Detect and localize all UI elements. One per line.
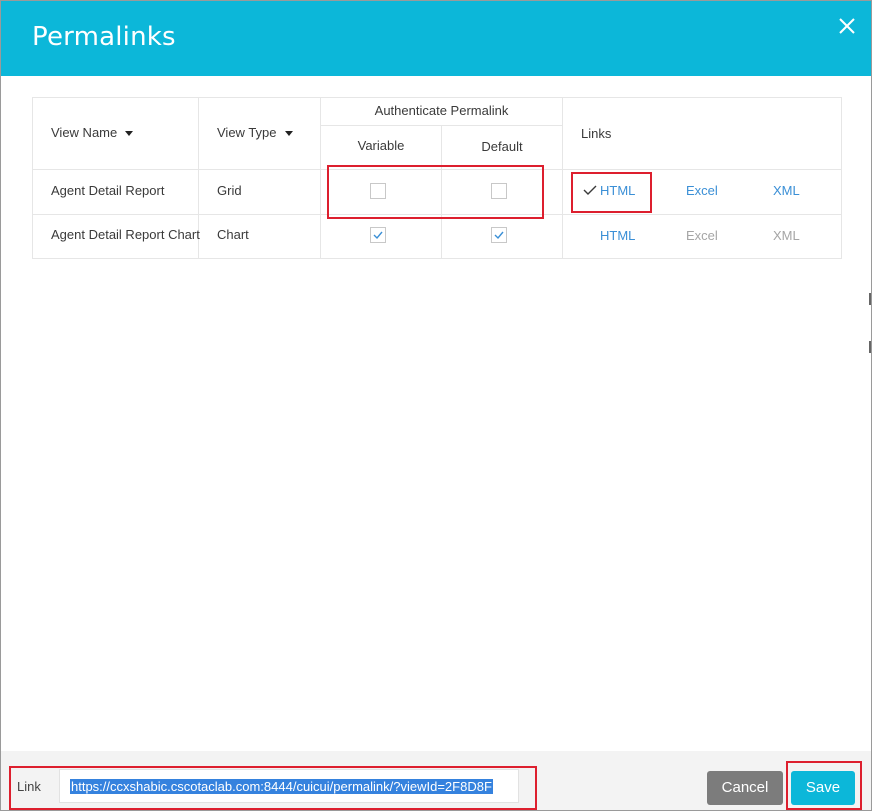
row1-link-excel[interactable]: Excel [686, 183, 718, 198]
dialog-footer: Link https://ccxshabic.cscotaclab.com:84… [1, 751, 871, 810]
link-field[interactable]: https://ccxshabic.cscotaclab.com:8444/cu… [59, 769, 519, 803]
row2-variable-checkbox[interactable] [370, 227, 386, 243]
header-auth-permalink: Authenticate Permalink [374, 103, 509, 118]
row-divider [33, 169, 841, 170]
col-divider [320, 98, 321, 258]
row1-link-html-label: HTML [600, 183, 636, 198]
row1-link-xml[interactable]: XML [773, 183, 800, 198]
permalinks-dialog: Permalinks View Name View Type Authentic… [0, 0, 872, 811]
save-button[interactable]: Save [791, 771, 855, 805]
close-icon [839, 18, 855, 34]
header-default: Default [481, 139, 523, 154]
row-divider [321, 125, 562, 126]
check-icon [494, 231, 504, 240]
header-view-type[interactable]: View Type [217, 125, 293, 140]
row1-variable-checkbox[interactable] [370, 183, 386, 199]
checkmark-icon [583, 185, 597, 195]
header-links: Links [581, 126, 612, 141]
edge-mark [869, 293, 871, 305]
row1-default-checkbox[interactable] [491, 183, 507, 199]
row1-link-html[interactable]: HTML [583, 183, 635, 198]
row1-view-type: Grid [217, 183, 242, 198]
link-label: Link [17, 779, 41, 794]
caret-down-icon [284, 131, 293, 137]
header-view-type-label: View Type [217, 125, 277, 140]
row2-view-type: Chart [217, 227, 249, 242]
check-icon [373, 231, 383, 240]
row1-view-name: Agent Detail Report [51, 183, 165, 198]
cancel-button[interactable]: Cancel [707, 771, 783, 805]
dialog-header: Permalinks [1, 1, 871, 76]
row2-link-xml[interactable]: XML [773, 228, 800, 243]
row2-default-checkbox[interactable] [491, 227, 507, 243]
header-view-name-label: View Name [51, 125, 118, 140]
header-variable: Variable [357, 138, 405, 153]
permalinks-table: View Name View Type Authenticate Permali… [32, 97, 842, 259]
row2-link-html[interactable]: HTML [600, 228, 635, 243]
row2-view-name: Agent Detail Report Chart [51, 227, 200, 242]
row-divider [33, 214, 841, 215]
header-view-name[interactable]: View Name [51, 125, 134, 140]
dialog-title: Permalinks [32, 22, 176, 52]
link-field-value: https://ccxshabic.cscotaclab.com:8444/cu… [70, 779, 493, 794]
row2-link-excel[interactable]: Excel [686, 228, 718, 243]
close-button[interactable] [835, 14, 859, 38]
edge-mark [869, 341, 871, 353]
caret-down-icon [125, 131, 134, 137]
col-divider [562, 98, 563, 258]
